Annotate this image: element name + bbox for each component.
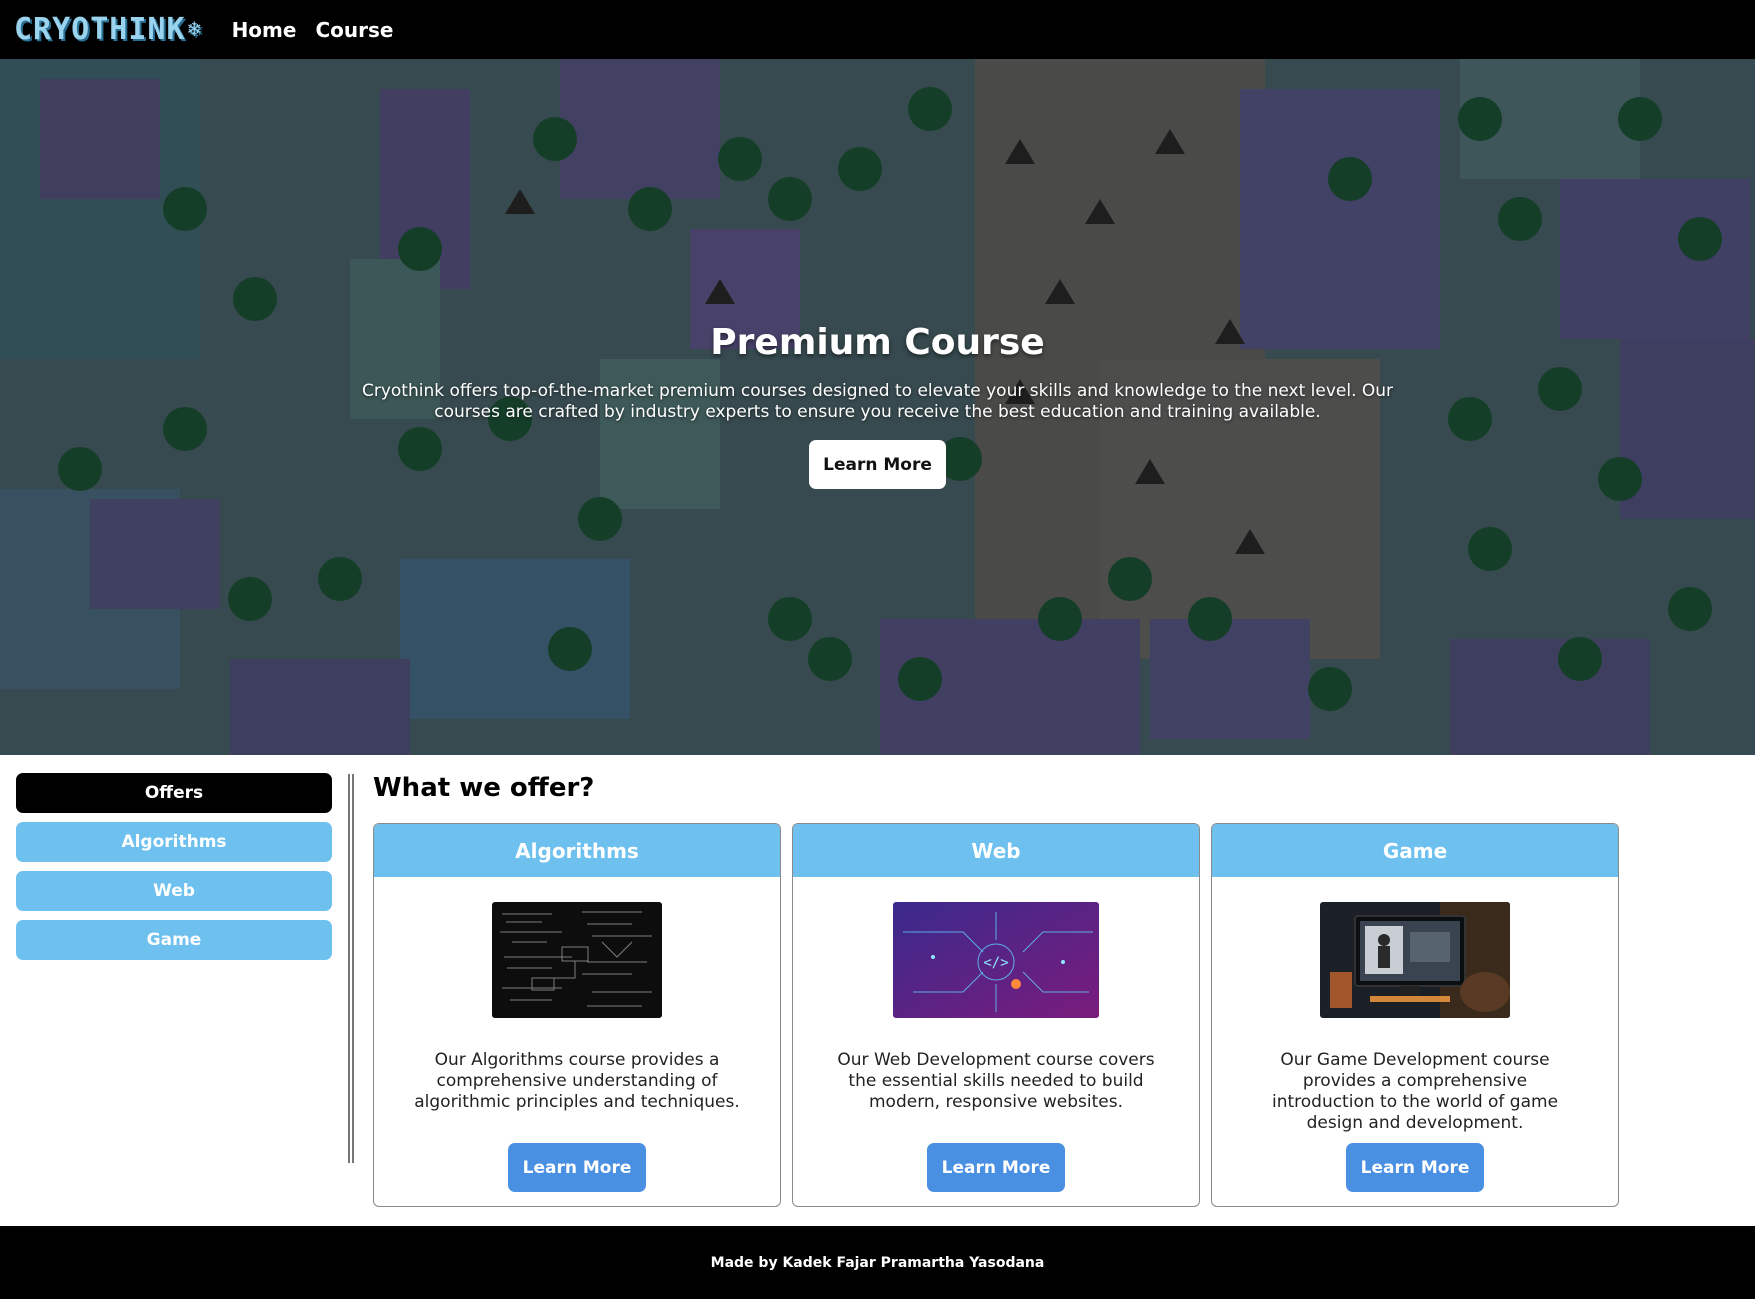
course-card-web: Web </> Our Web Development course cover… [792,823,1200,1207]
nav-link-home[interactable]: Home [232,18,297,42]
algorithms-image [492,902,662,1018]
footer-credit: Made by Kadek Fajar Pramartha Yasodana [710,1254,1045,1271]
card-title: Algorithms [374,824,780,877]
course-card-algorithms: Algorithms Our Algorithms course provide… [373,823,781,1207]
sidebar-item-algorithms[interactable]: Algorithms [16,822,332,862]
algorithms-learn-more-button[interactable]: Learn More [508,1143,646,1192]
web-learn-more-button[interactable]: Learn More [927,1143,1065,1192]
sidebar-item-web[interactable]: Web [16,871,332,911]
navbar: CRYOTHINK ❄ Home Course [0,0,1755,59]
hero-description: Cryothink offers top-of-the-market premi… [361,381,1394,422]
footer: Made by Kadek Fajar Pramartha Yasodana [0,1226,1755,1299]
card-description: Our Algorithms course provides a compreh… [414,1050,740,1112]
web-image: </> [893,902,1099,1018]
hero-banner: Premium Course Cryothink offers top-of-t… [0,59,1755,755]
vertical-divider [348,774,354,1163]
logo[interactable]: CRYOTHINK ❄ [14,12,208,47]
offers-section: Offers Algorithms Web Game What we offer… [0,755,1755,1225]
game-learn-more-button[interactable]: Learn More [1346,1143,1484,1192]
card-title: Web [793,824,1199,877]
section-title: What we offer? [373,773,595,803]
sidebar: Offers Algorithms Web Game [16,773,332,969]
sidebar-item-game[interactable]: Game [16,920,332,960]
card-description: Our Game Development course provides a c… [1271,1050,1559,1133]
card-title: Game [1212,824,1618,877]
svg-text:</>: </> [983,955,1008,971]
game-image [1320,902,1510,1018]
hero-learn-more-button[interactable]: Learn More [809,440,946,489]
logo-text: CRYOTHINK [14,12,186,47]
snowflake-icon: ❄ [187,16,202,42]
nav-link-course[interactable]: Course [315,18,393,42]
course-card-game: Game Our Game Development course provide… [1211,823,1619,1207]
nav-links: Home Course [232,18,413,42]
card-description: Our Web Development course covers the es… [837,1050,1155,1112]
hero-content: Premium Course Cryothink offers top-of-t… [0,59,1755,755]
sidebar-item-offers[interactable]: Offers [16,773,332,813]
hero-title: Premium Course [710,322,1045,363]
